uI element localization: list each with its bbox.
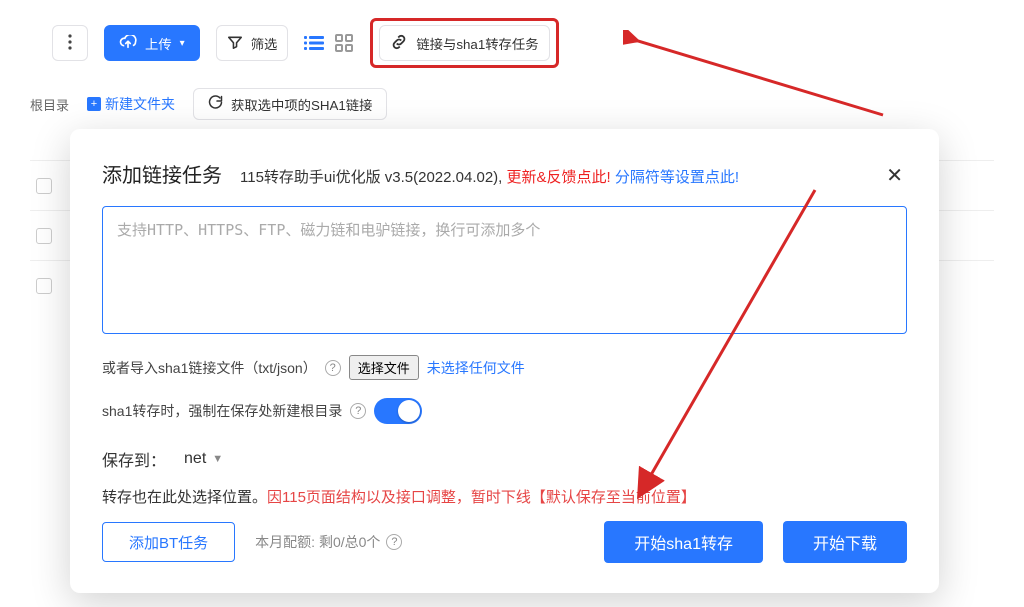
add-bt-task-button[interactable]: 添加BT任务 <box>102 522 235 562</box>
save-to-row: 保存到： net ▼ <box>102 446 907 472</box>
dialog-footer: 添加BT任务 本月配额: 剩0/总0个 ? 开始sha1转存 开始下载 <box>102 521 907 563</box>
import-row: 或者导入sha1链接文件（txt/json） ? 选择文件 未选择任何文件 <box>102 355 907 380</box>
help-icon[interactable]: ? <box>350 403 366 419</box>
dialog-subtitle: 115转存助手ui优化版 v3.5(2022.04.02), 更新&反馈点此! … <box>240 166 864 187</box>
quota-text: 本月配额: 剩0/总0个 <box>255 532 380 552</box>
warning-row: 转存也在此处选择位置。因115页面结构以及接口调整，暂时下线【默认保存至当前位置… <box>102 486 907 507</box>
help-icon[interactable]: ? <box>386 534 402 550</box>
subtitle-prefix: 115转存助手ui优化版 v3.5(2022.04.02), <box>240 169 507 186</box>
update-feedback-link[interactable]: 更新&反馈点此! <box>507 169 615 186</box>
force-root-row: sha1转存时，强制在保存处新建根目录 ? <box>102 398 907 424</box>
import-sha1-label: 或者导入sha1链接文件（txt/json） <box>102 358 317 378</box>
add-link-task-dialog: 添加链接任务 115转存助手ui优化版 v3.5(2022.04.02), 更新… <box>70 129 939 593</box>
modal-overlay: 添加链接任务 115转存助手ui优化版 v3.5(2022.04.02), 更新… <box>0 0 1024 607</box>
help-icon[interactable]: ? <box>325 360 341 376</box>
save-to-label: 保存到： <box>102 447 166 471</box>
warning-prefix: 转存也在此处选择位置。 <box>102 489 267 506</box>
links-textarea[interactable] <box>102 206 907 334</box>
save-to-select[interactable]: net ▼ <box>178 446 229 472</box>
file-status: 未选择任何文件 <box>427 358 525 378</box>
force-root-label: sha1转存时，强制在保存处新建根目录 <box>102 401 342 421</box>
force-root-toggle[interactable] <box>374 398 422 424</box>
start-download-button[interactable]: 开始下载 <box>783 521 907 563</box>
choose-file-button[interactable]: 选择文件 <box>349 355 419 380</box>
close-icon[interactable]: ✕ <box>882 163 907 188</box>
warning-red: 因115页面结构以及接口调整，暂时下线【默认保存至当前位置】 <box>267 489 696 506</box>
chevron-down-icon: ▼ <box>212 453 223 465</box>
toggle-knob <box>398 400 420 422</box>
start-sha1-transfer-button[interactable]: 开始sha1转存 <box>604 521 763 563</box>
quota-label: 本月配额: 剩0/总0个 ? <box>255 532 402 552</box>
dialog-title: 添加链接任务 <box>102 159 222 188</box>
save-to-value: net <box>184 450 206 468</box>
separator-settings-link[interactable]: 分隔符等设置点此! <box>615 169 739 186</box>
